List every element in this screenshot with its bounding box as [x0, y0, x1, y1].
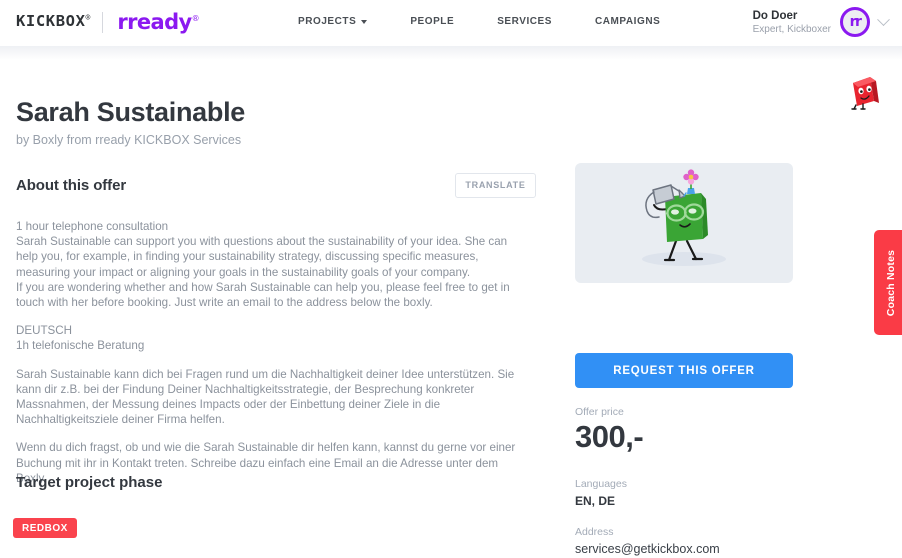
top-header: KICKBOX® rready® PROJECTS PEOPLE SERVICE… [0, 0, 902, 46]
main-navigation: PROJECTS PEOPLE SERVICES CAMPAIGNS [298, 16, 660, 27]
red-box-mascot-icon [851, 77, 879, 110]
nav-item-projects[interactable]: PROJECTS [298, 16, 368, 27]
languages-value: EN, DE [575, 494, 616, 508]
offer-illustration-card [575, 163, 793, 283]
address-value: services@getkickbox.com [575, 542, 720, 556]
avatar-mark: rr [849, 14, 862, 30]
offer-price-value: 300,- [575, 419, 644, 454]
logo-divider [102, 11, 104, 33]
user-role: Expert, Kickboxer [752, 23, 831, 35]
nav-item-services-label: SERVICES [497, 16, 552, 27]
about-heading: About this offer [16, 176, 127, 194]
page-subtitle: by Boxly from rready KICKBOX Services [16, 133, 242, 147]
user-name: Do Doer [752, 9, 798, 22]
green-box-character-illustration [642, 169, 726, 266]
status-badge[interactable]: REDBOX [13, 518, 77, 538]
nav-item-projects-label: PROJECTS [298, 16, 357, 27]
rready-logo[interactable]: rready® [117, 9, 200, 34]
target-project-phase-heading: Target project phase [16, 474, 163, 491]
avatar[interactable]: rr [840, 7, 870, 37]
chevron-down-icon[interactable] [877, 12, 890, 26]
address-label: Address [575, 526, 614, 538]
offer-description-body: 1 hour telephone consultation Sarah Sust… [16, 219, 536, 486]
rready-registered-mark: ® [191, 13, 200, 23]
coach-notes-tab[interactable]: Coach Notes [874, 230, 902, 335]
address-block: Address services@getkickbox.com [575, 525, 720, 558]
coach-notes-tab-label: Coach Notes [885, 249, 897, 316]
user-info: Do Doer Expert, Kickboxer [753, 9, 831, 36]
brand-logo-group[interactable]: KICKBOX® rready® [16, 11, 200, 33]
kickbox-logo[interactable]: KICKBOX® [16, 14, 90, 30]
offer-paragraph-de-heading: DEUTSCH 1h telefonische Beratung [16, 324, 145, 353]
chevron-down-icon [361, 19, 368, 24]
translate-button-label: TRANSLATE [465, 180, 526, 190]
page-content: Sarah Sustainable by Boxly from rready K… [0, 46, 902, 556]
user-menu[interactable]: Do Doer Expert, Kickboxer rr [753, 7, 890, 37]
translate-button[interactable]: TRANSLATE [455, 172, 536, 198]
offer-paragraph-de-1: Sarah Sustainable kann dich bei Fragen r… [16, 367, 515, 427]
offer-price-block: Offer price 300,- [575, 405, 644, 454]
offer-title-block: Sarah Sustainable by Boxly from rready K… [16, 96, 245, 148]
offer-description-column: About this offer TRANSLATE 1 hour teleph… [16, 171, 536, 486]
kickbox-registered-mark: ® [85, 13, 91, 23]
request-offer-button[interactable]: REQUEST THIS OFFER [575, 353, 793, 388]
languages-label: Languages [575, 478, 627, 490]
languages-block: Languages EN, DE [575, 477, 627, 510]
status-badge-label: REDBOX [22, 522, 68, 534]
page-title: Sarah Sustainable [16, 97, 245, 127]
rready-logo-text: rready [117, 9, 192, 34]
nav-item-people-label: PEOPLE [410, 16, 455, 27]
nav-item-people[interactable]: PEOPLE [410, 16, 454, 27]
kickbox-logo-text: KICKBOX [16, 12, 86, 31]
about-section-header: About this offer TRANSLATE [16, 171, 536, 199]
offer-price-label: Offer price [575, 406, 624, 418]
nav-item-campaigns-label: CAMPAIGNS [594, 16, 661, 27]
nav-item-campaigns[interactable]: CAMPAIGNS [595, 16, 660, 27]
offer-paragraph-en: 1 hour telephone consultation Sarah Sust… [16, 220, 510, 310]
nav-item-services[interactable]: SERVICES [497, 16, 552, 27]
